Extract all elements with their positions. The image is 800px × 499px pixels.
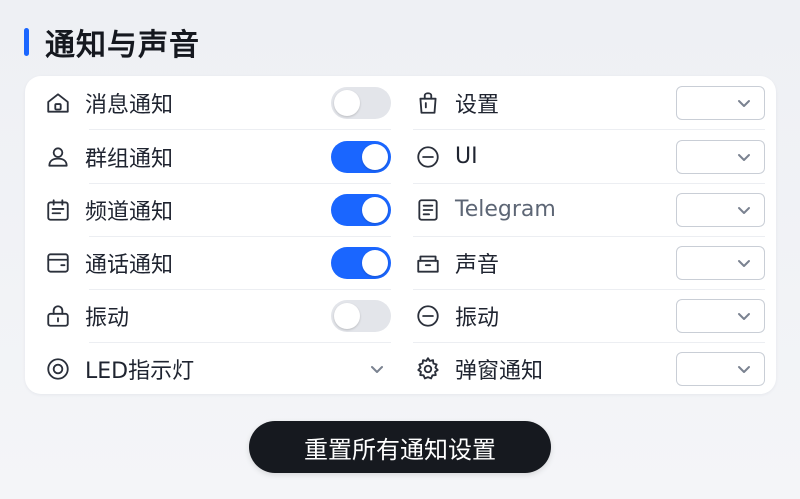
call-notification-toggle[interactable] <box>331 246 391 279</box>
setting-label: 振动 <box>85 305 130 331</box>
page-title: 通知与声音 <box>45 28 200 63</box>
setting-label: 消息通知 <box>85 92 174 118</box>
setting-label: UI <box>455 144 478 169</box>
lock-icon <box>43 301 73 331</box>
setting-label: 声音 <box>455 252 500 278</box>
setting-row-message-notification[interactable]: 消息通知 <box>43 76 391 129</box>
minus-circle-icon <box>413 142 443 172</box>
settings-select[interactable] <box>676 85 765 120</box>
title-accent-bar <box>24 28 29 56</box>
popup-notification-select[interactable] <box>676 351 765 386</box>
toggle-knob <box>362 143 388 170</box>
wallet-icon <box>43 248 73 278</box>
chevron-down-icon <box>730 249 758 277</box>
setting-row-ui[interactable]: UI <box>413 130 765 183</box>
chevron-down-icon <box>730 302 758 330</box>
document-icon <box>413 195 443 225</box>
setting-row-group-notification[interactable]: 群组通知 <box>43 130 391 183</box>
inbox-icon <box>413 248 443 278</box>
setting-row-call-notification[interactable]: 通话通知 <box>43 236 391 289</box>
telegram-select[interactable] <box>676 192 765 227</box>
user-icon <box>43 142 73 172</box>
setting-row-channel-notification[interactable]: 频道通知 <box>43 183 391 236</box>
setting-label: 设置 <box>455 92 500 118</box>
ui-select[interactable] <box>676 139 765 174</box>
chevron-down-icon <box>730 355 758 383</box>
setting-label: LED指示灯 <box>85 358 195 384</box>
bag-icon <box>413 88 443 118</box>
toggle-knob <box>334 89 360 116</box>
vibration-select[interactable] <box>676 298 765 333</box>
setting-label: Telegram <box>455 197 556 222</box>
vibration-toggle[interactable] <box>331 299 391 332</box>
setting-label: 弹窗通知 <box>455 358 544 384</box>
home-icon <box>43 88 73 118</box>
toggle-knob <box>362 249 388 276</box>
minus-circle-icon <box>413 301 443 331</box>
setting-label: 振动 <box>455 305 500 331</box>
target-icon <box>43 354 73 384</box>
setting-label: 通话通知 <box>85 252 174 278</box>
setting-row-vibration[interactable]: 振动 <box>43 289 391 342</box>
reset-all-notifications-button[interactable]: 重置所有通知设置 <box>249 421 551 473</box>
chevron-down-icon <box>730 143 758 171</box>
setting-row-telegram[interactable]: Telegram <box>413 183 765 236</box>
chevron-down-icon <box>730 89 758 117</box>
gear-icon <box>413 354 443 384</box>
settings-card: 消息通知 群组通知 频道通知 通话通知 振动 LED指示灯 设置 UI Tele… <box>25 76 776 394</box>
chevron-down-icon <box>730 196 758 224</box>
chevron-down-icon[interactable] <box>363 355 391 383</box>
message-notification-toggle[interactable] <box>331 86 391 119</box>
toggle-knob <box>334 302 360 329</box>
toggle-knob <box>362 196 388 223</box>
setting-row-sound[interactable]: 声音 <box>413 236 765 289</box>
channel-notification-toggle[interactable] <box>331 193 391 226</box>
sound-select[interactable] <box>676 245 765 280</box>
calendar-icon <box>43 195 73 225</box>
setting-label: 群组通知 <box>85 146 174 172</box>
setting-label: 频道通知 <box>85 199 174 225</box>
setting-row-settings[interactable]: 设置 <box>413 76 765 129</box>
group-notification-toggle[interactable] <box>331 140 391 173</box>
page-header: 通知与声音 <box>24 22 200 63</box>
setting-row-led-indicator[interactable]: LED指示灯 <box>43 342 391 395</box>
setting-row-popup-notification[interactable]: 弹窗通知 <box>413 342 765 395</box>
setting-row-vibration-right[interactable]: 振动 <box>413 289 765 342</box>
